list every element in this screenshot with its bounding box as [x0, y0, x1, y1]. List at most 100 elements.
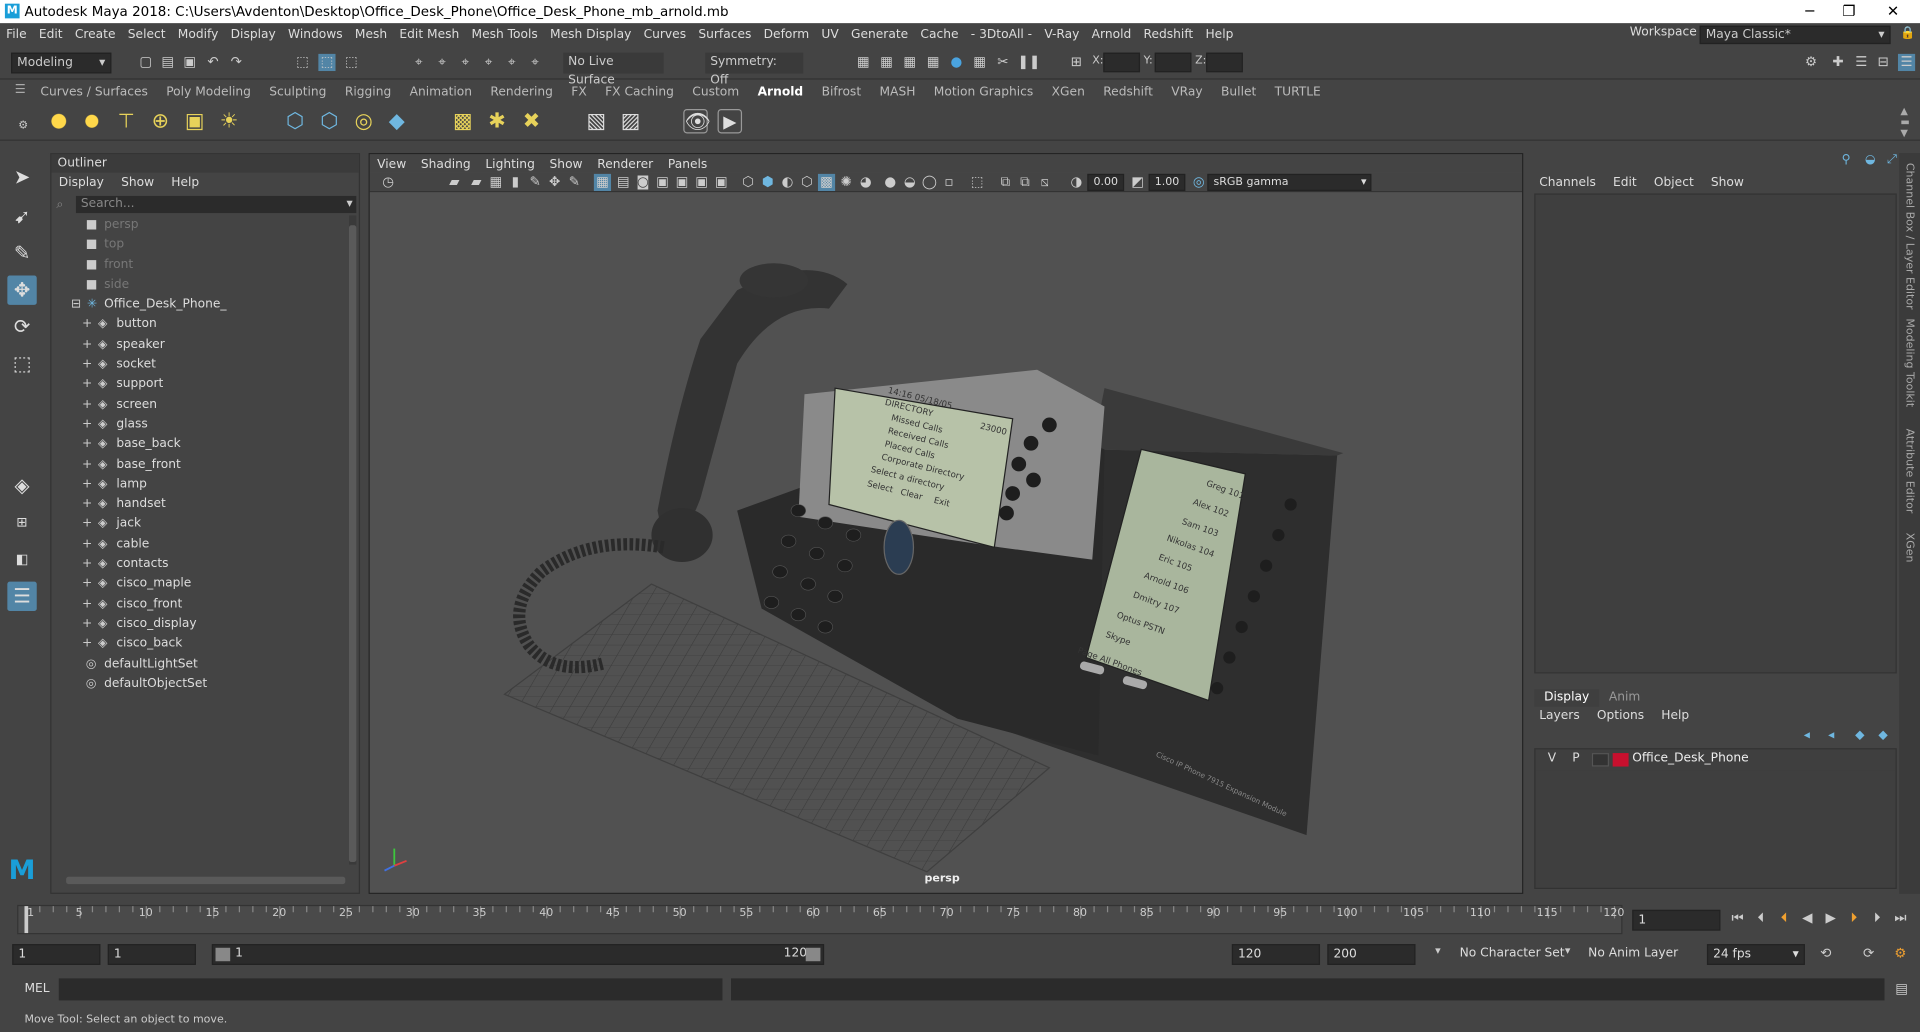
render-settings-icon[interactable]: ▦ — [924, 54, 941, 71]
shelf-settings-icon[interactable]: ⚙ — [15, 118, 32, 135]
film-gate-icon[interactable]: ✎ — [566, 174, 583, 191]
area-light-icon[interactable] — [46, 108, 72, 134]
move-layer-up-icon[interactable]: ◂ — [1804, 729, 1810, 742]
gamma-field[interactable]: 1.00 — [1148, 173, 1186, 192]
menu-item-14[interactable]: UV — [821, 28, 838, 41]
outliner-item-set[interactable]: ◎ defaultLightSet — [51, 655, 351, 675]
layer-color-swatch[interactable] — [1612, 753, 1629, 767]
expand-icon[interactable]: + — [82, 398, 97, 411]
layer-menu-0[interactable]: Layers — [1539, 709, 1580, 722]
undo-icon[interactable]: ↶ — [204, 54, 221, 71]
minimize-button[interactable]: ─ — [1788, 0, 1832, 23]
render-view-icon[interactable]: 👁 — [683, 108, 711, 135]
collapse-icon[interactable]: ⊟ — [71, 298, 86, 311]
range-slider-start-handle[interactable] — [215, 947, 231, 962]
outliner-layout-icon[interactable]: ☰ — [7, 581, 37, 612]
menu-item-15[interactable]: Generate — [851, 28, 908, 41]
menu-item-20[interactable]: Redshift — [1144, 28, 1194, 41]
mel-input[interactable] — [58, 978, 723, 1001]
current-frame-field[interactable]: 1 — [1632, 909, 1721, 931]
layer-icon[interactable]: ◒ — [1865, 153, 1876, 166]
menu-item-11[interactable]: Curves — [644, 28, 687, 41]
shelf-tab-0[interactable]: Curves / Surfaces — [40, 83, 147, 103]
workspace-dropdown[interactable]: Maya Classic* ▾ — [1699, 25, 1891, 45]
outliner-item-camera[interactable]: ■ top — [51, 235, 351, 255]
gamma-icon[interactable]: ◩ — [1129, 174, 1146, 191]
layer-menu-1[interactable]: Options — [1597, 709, 1644, 722]
depth-of-field-icon[interactable]: ▫ — [940, 174, 957, 191]
tx-manager-icon[interactable]: ▧ — [584, 109, 608, 133]
isolate-select-icon[interactable]: ⬚ — [969, 174, 986, 191]
chevron-down-icon[interactable]: ▾ — [346, 196, 352, 213]
viewport-menu-4[interactable]: Renderer — [597, 158, 653, 171]
view-transform-dropdown[interactable]: sRGB gamma ▾ — [1207, 173, 1372, 192]
sidebar-toggle-icon[interactable]: ⚙ — [1802, 54, 1819, 71]
expand-icon[interactable]: + — [82, 518, 97, 531]
y-field[interactable] — [1154, 52, 1192, 73]
snap-pivot-icon[interactable]: ⌖ — [527, 54, 544, 71]
skydome-light-icon[interactable]: ⊕ — [148, 109, 172, 133]
viewport-menu-2[interactable]: Lighting — [485, 158, 534, 171]
time-ruler[interactable]: 1 5 10 15 20 25 30 35 40 45 50 55 60 65 70 75 80 85 90 95 10… — [17, 904, 1624, 935]
menu-item-5[interactable]: Display — [231, 28, 276, 41]
outliner-item-group[interactable]: ⊟ ✳ Office_Desk_Phone_ — [51, 295, 351, 315]
playback-end-field[interactable]: 120 — [1231, 944, 1321, 965]
outliner-item-mesh[interactable]: + ◈ base_front — [51, 455, 351, 475]
color-management-icon[interactable]: ◎ — [1190, 174, 1207, 191]
channel-icon[interactable]: ⚲ — [1842, 153, 1851, 166]
auto-key-icon[interactable]: ⟳ — [1860, 945, 1877, 962]
smooth-shade-all-icon[interactable]: ⬢ — [759, 174, 776, 191]
outliner-item-mesh[interactable]: + ◈ screen — [51, 395, 351, 415]
outliner-item-mesh[interactable]: + ◈ cisco_front — [51, 595, 351, 615]
expand-icon[interactable]: + — [82, 578, 97, 590]
flush-texture-icon[interactable]: ✱ — [485, 109, 509, 133]
shelf-tab-7[interactable]: FX Caching — [605, 83, 674, 103]
new-scene-icon[interactable]: ▢ — [137, 54, 154, 71]
camera-select-icon[interactable]: ◷ — [380, 174, 397, 191]
outliner-item-mesh[interactable]: + ◈ contacts — [51, 555, 351, 575]
shelf-tab-9[interactable]: Arnold — [758, 83, 804, 103]
side-tab-channel-box[interactable]: Channel Box / Layer Editor — [1903, 163, 1915, 310]
ambient-occlusion-icon[interactable]: ● — [882, 174, 899, 191]
chevron-down-icon[interactable]: ▾ — [1565, 945, 1571, 957]
shelf-tab-16[interactable]: Bullet — [1221, 83, 1256, 103]
volume-icon[interactable]: ◆ — [384, 109, 408, 133]
animation-start-field[interactable]: 1 — [12, 944, 101, 965]
modeling-toolkit-icon[interactable]: ✚ — [1829, 54, 1846, 71]
menu-item-7[interactable]: Mesh — [355, 28, 387, 41]
viewport-menu-3[interactable]: Show — [550, 158, 583, 171]
live-surface-field[interactable]: No Live Surface — [563, 52, 664, 87]
shelf-tab-12[interactable]: Motion Graphics — [934, 83, 1033, 103]
shelf-tab-17[interactable]: TURTLE — [1275, 83, 1321, 103]
rotate-tool-icon[interactable]: ⟳ — [7, 312, 36, 341]
step-back-key-icon[interactable]: ⏴ — [1752, 910, 1769, 927]
expand-icon[interactable]: + — [82, 358, 97, 371]
select-tool-icon[interactable]: ➤ — [7, 163, 36, 192]
shelf-tab-3[interactable]: Rigging — [345, 83, 391, 103]
flush-lights-icon[interactable]: ✖ — [519, 109, 543, 133]
channel-menu-2[interactable]: Object — [1654, 176, 1694, 189]
play-forwards-icon[interactable]: ▶ — [1822, 910, 1839, 927]
outliner-item-mesh[interactable]: + ◈ speaker — [51, 335, 351, 355]
animation-end-field[interactable]: 200 — [1327, 944, 1416, 965]
shelf-tab-10[interactable]: Bifrost — [822, 83, 862, 103]
search-options-icon[interactable]: ⌕ — [56, 198, 63, 211]
safe-title-icon[interactable]: ▣ — [673, 174, 690, 191]
menu-item-17[interactable]: - 3DtoAll - — [971, 28, 1032, 41]
float-icon[interactable]: ⤢ — [1887, 153, 1897, 166]
light-portal-icon[interactable]: ▣ — [182, 109, 206, 133]
image-plane-icon[interactable]: ▦ — [487, 174, 504, 191]
paint-select-icon[interactable]: ✎ — [7, 239, 36, 268]
channel-menu-3[interactable]: Show — [1711, 176, 1744, 189]
arnold-render-icon[interactable]: ✂ — [994, 54, 1011, 71]
save-scene-icon[interactable]: ▣ — [181, 54, 198, 71]
menu-item-13[interactable]: Deform — [764, 28, 810, 41]
outliner-item-camera[interactable]: ■ persp — [51, 216, 351, 236]
render-view-icon[interactable]: ▦ — [855, 54, 872, 71]
safe-action-icon[interactable]: ▣ — [654, 174, 671, 191]
xray-joints-icon[interactable]: ⧉ — [997, 174, 1014, 191]
xray-active-icon[interactable]: ⧉ — [1016, 174, 1033, 191]
snap-curve-icon[interactable]: ⌖ — [433, 54, 450, 71]
symmetry-dropdown[interactable]: Symmetry: Off — [705, 52, 804, 87]
expand-icon[interactable]: + — [82, 458, 97, 471]
